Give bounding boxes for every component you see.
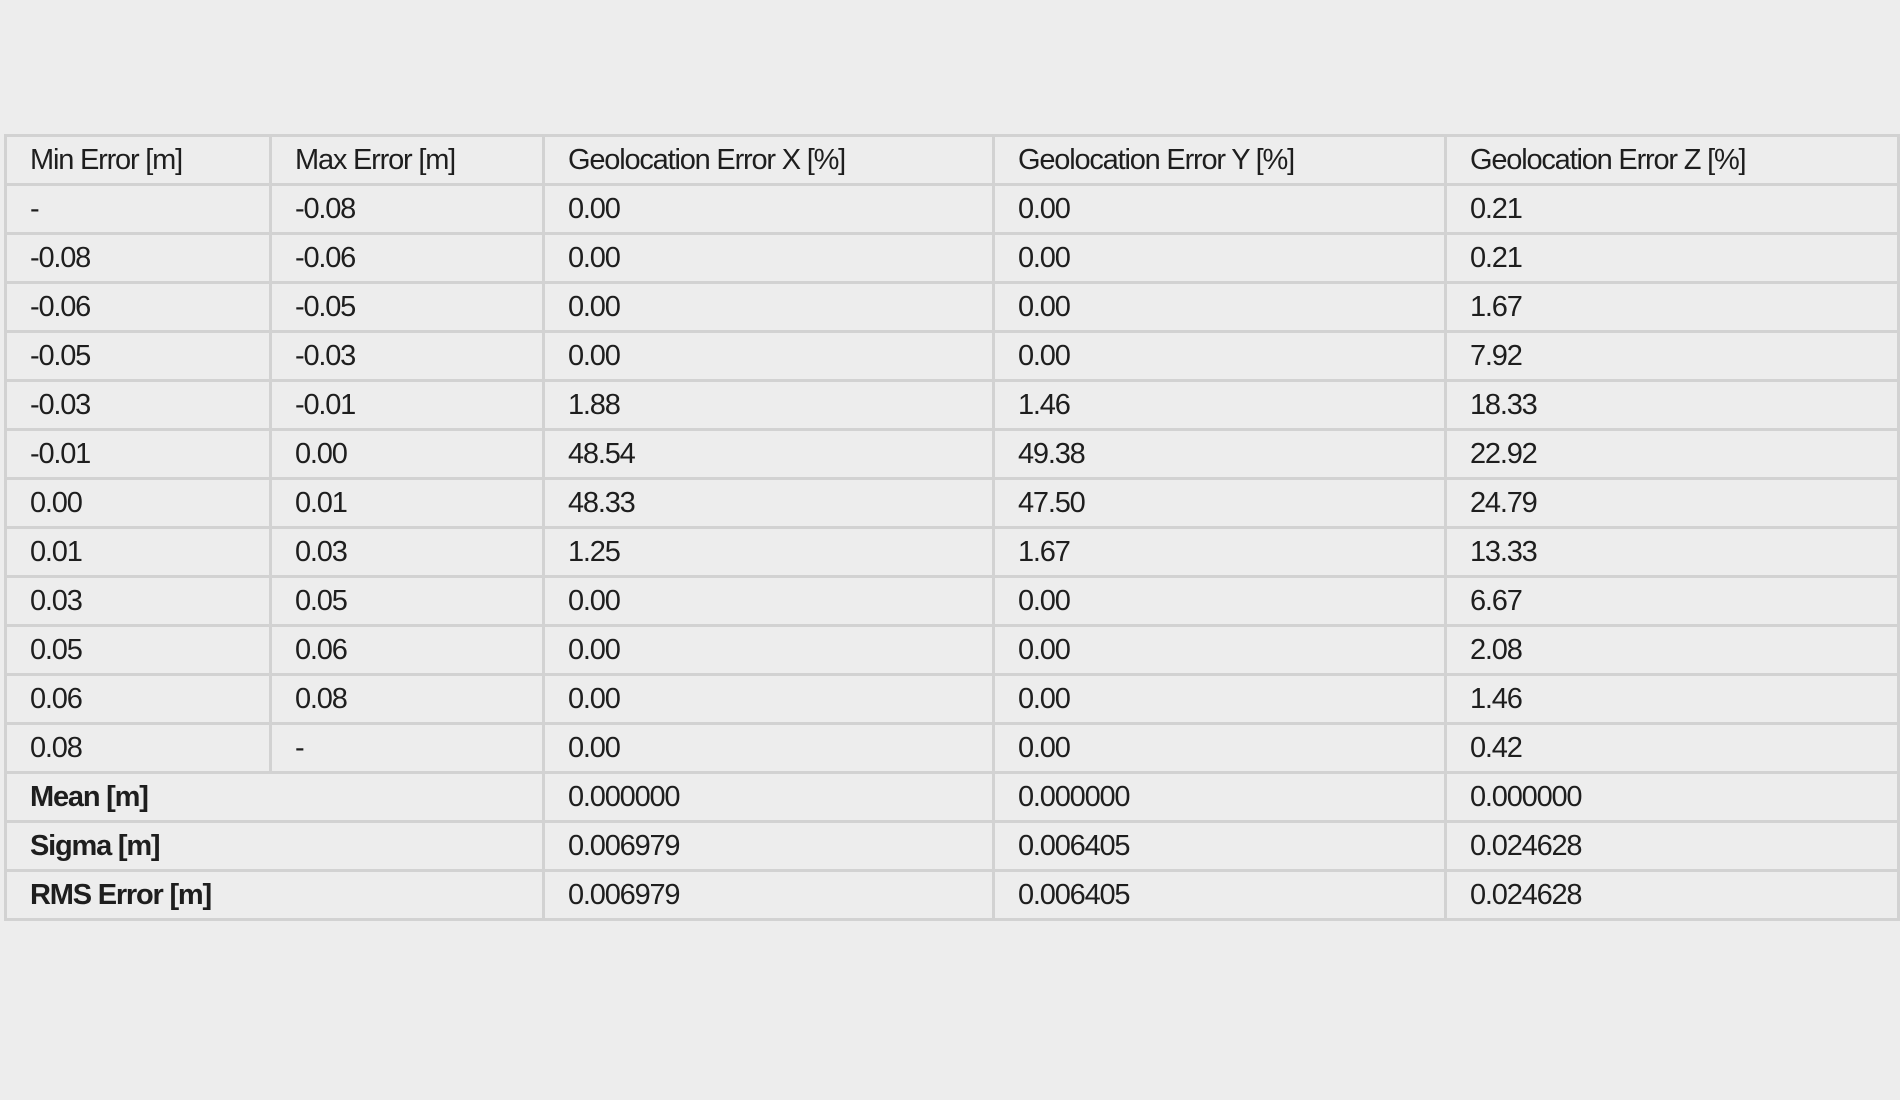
header-geolocation-error-x: Geolocation Error X [%] (542, 134, 995, 186)
summary-row-mean: Mean [m] 0.000000 0.000000 0.000000 (4, 771, 1900, 823)
min-error-cell: 0.05 (4, 624, 272, 676)
summary-row-rms-error: RMS Error [m] 0.006979 0.006405 0.024628 (4, 869, 1900, 921)
table-row: -0.05 -0.03 0.00 0.00 7.92 (4, 330, 1900, 382)
error-z-cell: 2.08 (1444, 624, 1900, 676)
min-error-cell: 0.01 (4, 526, 272, 578)
error-y-cell: 0.00 (992, 232, 1447, 284)
table-row: 0.05 0.06 0.00 0.00 2.08 (4, 624, 1900, 676)
table-row: -0.08 -0.06 0.00 0.00 0.21 (4, 232, 1900, 284)
table-row: 0.00 0.01 48.33 47.50 24.79 (4, 477, 1900, 529)
min-error-cell: 0.03 (4, 575, 272, 627)
max-error-cell: 0.00 (269, 428, 545, 480)
report-page: Min Error [m] Max Error [m] Geolocation … (0, 0, 1900, 1100)
error-z-cell: 0.21 (1444, 183, 1900, 235)
table-row: -0.01 0.00 48.54 49.38 22.92 (4, 428, 1900, 480)
header-max-error: Max Error [m] (269, 134, 545, 186)
max-error-cell: 0.03 (269, 526, 545, 578)
error-y-cell: 49.38 (992, 428, 1447, 480)
max-error-cell: -0.03 (269, 330, 545, 382)
error-x-cell: 0.00 (542, 183, 995, 235)
error-z-cell: 13.33 (1444, 526, 1900, 578)
error-z-cell: 6.67 (1444, 575, 1900, 627)
max-error-cell: 0.08 (269, 673, 545, 725)
rms-error-y-cell: 0.006405 (992, 869, 1447, 921)
error-z-cell: 18.33 (1444, 379, 1900, 431)
error-x-cell: 0.00 (542, 232, 995, 284)
error-x-cell: 0.00 (542, 722, 995, 774)
sigma-y-cell: 0.006405 (992, 820, 1447, 872)
min-error-cell: -0.06 (4, 281, 272, 333)
error-z-cell: 1.46 (1444, 673, 1900, 725)
error-y-cell: 47.50 (992, 477, 1447, 529)
header-geolocation-error-z: Geolocation Error Z [%] (1444, 134, 1900, 186)
error-z-cell: 24.79 (1444, 477, 1900, 529)
table-header-row: Min Error [m] Max Error [m] Geolocation … (4, 134, 1900, 186)
min-error-cell: 0.08 (4, 722, 272, 774)
header-geolocation-error-y: Geolocation Error Y [%] (992, 134, 1447, 186)
min-error-cell: -0.01 (4, 428, 272, 480)
error-y-cell: 1.46 (992, 379, 1447, 431)
max-error-cell: 0.05 (269, 575, 545, 627)
table-row: -0.03 -0.01 1.88 1.46 18.33 (4, 379, 1900, 431)
mean-x-cell: 0.000000 (542, 771, 995, 823)
error-bins-body: - -0.08 0.00 0.00 0.21 -0.08 -0.06 0.00 … (4, 183, 1900, 774)
min-error-cell: - (4, 183, 272, 235)
error-x-cell: 1.25 (542, 526, 995, 578)
mean-y-cell: 0.000000 (992, 771, 1447, 823)
max-error-cell: -0.01 (269, 379, 545, 431)
max-error-cell: -0.08 (269, 183, 545, 235)
min-error-cell: -0.05 (4, 330, 272, 382)
max-error-cell: 0.06 (269, 624, 545, 676)
error-x-cell: 0.00 (542, 281, 995, 333)
error-y-cell: 0.00 (992, 183, 1447, 235)
error-x-cell: 0.00 (542, 575, 995, 627)
table-row: 0.01 0.03 1.25 1.67 13.33 (4, 526, 1900, 578)
error-y-cell: 0.00 (992, 575, 1447, 627)
rms-error-label: RMS Error [m] (4, 869, 545, 921)
table-row: 0.03 0.05 0.00 0.00 6.67 (4, 575, 1900, 627)
summary-body: Mean [m] 0.000000 0.000000 0.000000 Sigm… (4, 771, 1900, 921)
table-row: - -0.08 0.00 0.00 0.21 (4, 183, 1900, 235)
table-row: 0.08 - 0.00 0.00 0.42 (4, 722, 1900, 774)
error-y-cell: 0.00 (992, 673, 1447, 725)
max-error-cell: 0.01 (269, 477, 545, 529)
error-x-cell: 1.88 (542, 379, 995, 431)
error-y-cell: 0.00 (992, 624, 1447, 676)
error-z-cell: 0.21 (1444, 232, 1900, 284)
table-row: 0.06 0.08 0.00 0.00 1.46 (4, 673, 1900, 725)
geolocation-error-table: Min Error [m] Max Error [m] Geolocation … (4, 134, 1900, 921)
max-error-cell: -0.05 (269, 281, 545, 333)
summary-row-sigma: Sigma [m] 0.006979 0.006405 0.024628 (4, 820, 1900, 872)
error-x-cell: 0.00 (542, 673, 995, 725)
rms-error-x-cell: 0.006979 (542, 869, 995, 921)
error-y-cell: 1.67 (992, 526, 1447, 578)
rms-error-z-cell: 0.024628 (1444, 869, 1900, 921)
sigma-z-cell: 0.024628 (1444, 820, 1900, 872)
sigma-x-cell: 0.006979 (542, 820, 995, 872)
min-error-cell: 0.00 (4, 477, 272, 529)
error-y-cell: 0.00 (992, 330, 1447, 382)
mean-label: Mean [m] (4, 771, 545, 823)
error-y-cell: 0.00 (992, 722, 1447, 774)
max-error-cell: -0.06 (269, 232, 545, 284)
error-z-cell: 0.42 (1444, 722, 1900, 774)
error-x-cell: 48.54 (542, 428, 995, 480)
header-min-error: Min Error [m] (4, 134, 272, 186)
mean-z-cell: 0.000000 (1444, 771, 1900, 823)
sigma-label: Sigma [m] (4, 820, 545, 872)
min-error-cell: -0.08 (4, 232, 272, 284)
table-row: -0.06 -0.05 0.00 0.00 1.67 (4, 281, 1900, 333)
error-x-cell: 0.00 (542, 330, 995, 382)
error-z-cell: 7.92 (1444, 330, 1900, 382)
min-error-cell: 0.06 (4, 673, 272, 725)
max-error-cell: - (269, 722, 545, 774)
error-x-cell: 48.33 (542, 477, 995, 529)
error-z-cell: 1.67 (1444, 281, 1900, 333)
error-z-cell: 22.92 (1444, 428, 1900, 480)
min-error-cell: -0.03 (4, 379, 272, 431)
error-x-cell: 0.00 (542, 624, 995, 676)
error-y-cell: 0.00 (992, 281, 1447, 333)
